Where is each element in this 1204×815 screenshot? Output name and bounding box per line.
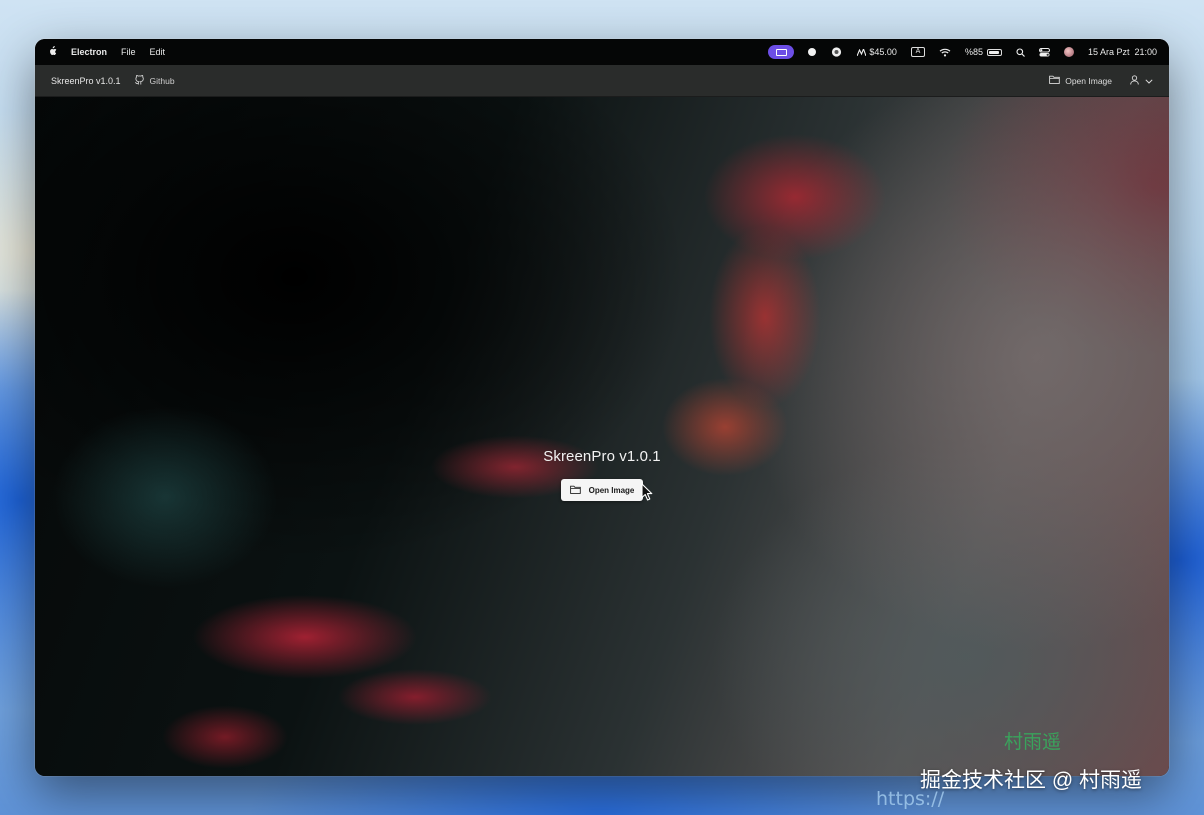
battery-percent: %85: [964, 47, 983, 57]
user-icon: [1130, 74, 1139, 87]
page-title: SkreenPro v1.0.1: [543, 448, 661, 465]
app-brand[interactable]: SkreenPro v1.0.1: [51, 76, 121, 86]
record-dot-icon[interactable]: [808, 48, 817, 56]
siri-icon[interactable]: [1063, 47, 1074, 57]
menu-bar: Electron File Edit $45.00 A %85 15 Ara P…: [35, 39, 1169, 65]
mouse-cursor-icon: [641, 483, 653, 506]
toolbar-open-image-button[interactable]: Open Image: [1049, 75, 1112, 86]
menu-app-name[interactable]: Electron: [71, 47, 107, 57]
open-image-label: Open Image: [588, 485, 635, 495]
community-watermark: 掘金技术社区 @ 村雨遥: [920, 769, 1142, 792]
screen-record-icon[interactable]: [768, 45, 795, 59]
menu-edit[interactable]: Edit: [150, 47, 166, 57]
search-icon[interactable]: [1016, 47, 1025, 57]
menu-file[interactable]: File: [121, 47, 136, 57]
date-time[interactable]: 15 Ara Pzt 21:00: [1088, 47, 1157, 57]
apple-icon[interactable]: [47, 45, 57, 59]
folder-icon: [569, 485, 581, 496]
wifi-icon[interactable]: [939, 48, 951, 57]
folder-icon: [1049, 75, 1060, 86]
empty-state: SkreenPro v1.0.1 Open Image: [35, 448, 1169, 501]
wallpaper-canvas: SkreenPro v1.0.1 Open Image: [35, 97, 1169, 776]
stocks-status[interactable]: $45.00: [857, 47, 897, 57]
cloud-icon[interactable]: [830, 47, 843, 57]
app-window: Electron File Edit $45.00 A %85 15 Ara P…: [35, 39, 1169, 776]
author-watermark: 村雨遥: [1004, 732, 1062, 753]
input-source-icon[interactable]: A: [910, 47, 925, 57]
open-image-button[interactable]: Open Image: [560, 479, 644, 501]
battery-icon: [986, 48, 1002, 56]
url-watermark: https://: [876, 788, 945, 810]
chevron-down-icon: [1145, 76, 1153, 86]
toolbar-open-image-label: Open Image: [1065, 75, 1112, 86]
stock-price: $45.00: [869, 47, 897, 57]
battery-status[interactable]: %85: [965, 47, 1002, 57]
app-toolbar: SkreenPro v1.0.1 Github Open Image: [35, 65, 1169, 97]
user-menu-button[interactable]: [1130, 74, 1153, 87]
github-icon: [134, 74, 145, 87]
github-label: Github: [149, 75, 175, 86]
control-center-icon[interactable]: [1038, 47, 1050, 57]
github-link[interactable]: Github: [134, 74, 175, 87]
